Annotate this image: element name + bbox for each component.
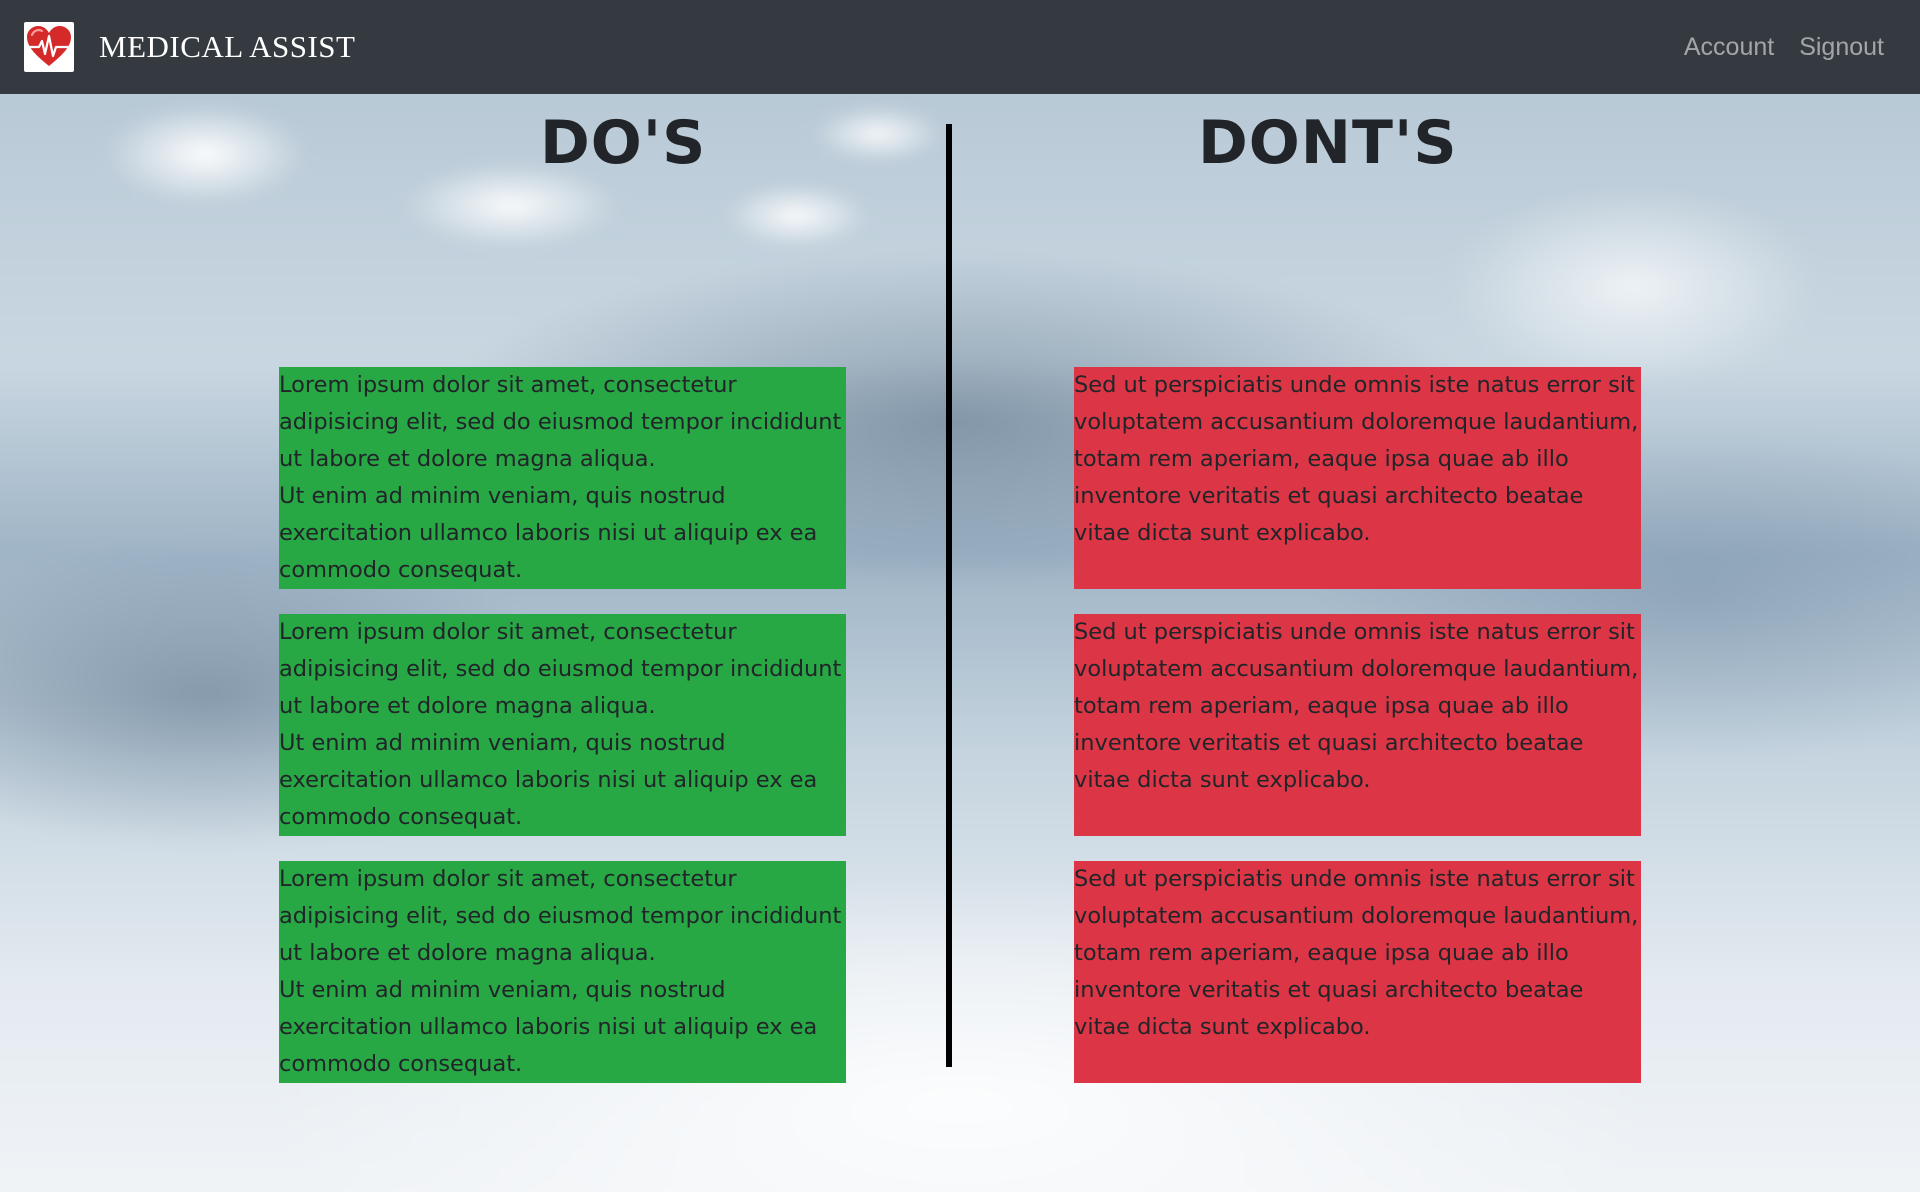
- column-divider: [946, 124, 952, 1067]
- nav-links: Account Signout: [1659, 33, 1884, 62]
- do-card-text: Ut enim ad minim veniam, quis nostrud ex…: [279, 730, 818, 830]
- dont-card-text: Sed ut perspiciatis unde omnis iste natu…: [1074, 372, 1639, 546]
- do-card: Lorem ipsum dolor sit amet, consectetur …: [279, 614, 846, 836]
- brand-title[interactable]: MEDICAL ASSIST: [99, 29, 355, 65]
- do-card-text: Ut enim ad minim veniam, quis nostrud ex…: [279, 977, 818, 1077]
- dont-card: Sed ut perspiciatis unde omnis iste natu…: [1074, 861, 1641, 1083]
- do-card: Lorem ipsum dolor sit amet, consectetur …: [279, 861, 846, 1083]
- dont-card-text: Sed ut perspiciatis unde omnis iste natu…: [1074, 866, 1639, 1040]
- dont-card: Sed ut perspiciatis unde omnis iste natu…: [1074, 367, 1641, 589]
- dont-card-text: Sed ut perspiciatis unde omnis iste natu…: [1074, 619, 1639, 793]
- donts-heading: DONT'S: [1198, 108, 1458, 178]
- navbar: MEDICAL ASSIST Account Signout: [0, 0, 1920, 94]
- do-card-text: Lorem ipsum dolor sit amet, consectetur …: [279, 372, 842, 472]
- dos-list: Lorem ipsum dolor sit amet, consectetur …: [279, 367, 846, 1083]
- do-card-text: Ut enim ad minim veniam, quis nostrud ex…: [279, 483, 818, 583]
- heart-pulse-icon[interactable]: [24, 22, 74, 72]
- dont-card: Sed ut perspiciatis unde omnis iste natu…: [1074, 614, 1641, 836]
- do-card: Lorem ipsum dolor sit amet, consectetur …: [279, 367, 846, 589]
- account-link[interactable]: Account: [1684, 33, 1774, 62]
- do-card-text: Lorem ipsum dolor sit amet, consectetur …: [279, 866, 842, 966]
- dos-heading: DO'S: [540, 108, 707, 178]
- donts-list: Sed ut perspiciatis unde omnis iste natu…: [1074, 367, 1641, 1083]
- do-card-text: Lorem ipsum dolor sit amet, consectetur …: [279, 619, 842, 719]
- signout-link[interactable]: Signout: [1799, 33, 1884, 62]
